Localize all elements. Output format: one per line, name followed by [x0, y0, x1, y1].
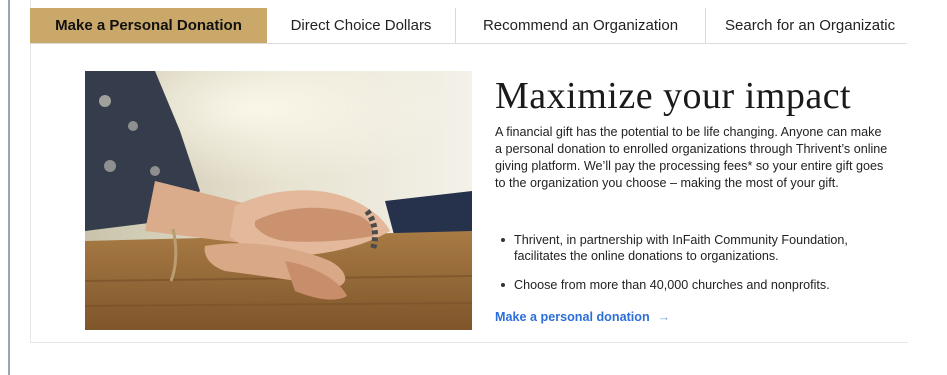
tab-bar: Make a Personal Donation Direct Choice D… — [30, 8, 907, 44]
hands-holding-photo — [85, 71, 472, 330]
make-personal-donation-link[interactable]: Make a personal donation → — [495, 310, 670, 324]
bullet-icon — [501, 238, 505, 242]
page-headline: Maximize your impact — [495, 75, 852, 117]
tab-make-personal-donation[interactable]: Make a Personal Donation — [30, 8, 267, 43]
tab-label: Search for an Organizatic — [725, 17, 896, 34]
tab-label: Make a Personal Donation — [55, 17, 242, 34]
benefit-list: Thrivent, in partnership with InFaith Co… — [495, 232, 895, 306]
frame-border — [8, 0, 10, 375]
tab-recommend-organization[interactable]: Recommend an Organization — [456, 8, 706, 43]
cta-label: Make a personal donation — [495, 310, 650, 324]
arrow-right-icon: → — [657, 310, 671, 324]
bullet-icon — [501, 283, 505, 287]
list-item: Choose from more than 40,000 churches an… — [495, 277, 895, 293]
list-item: Thrivent, in partnership with InFaith Co… — [495, 232, 895, 264]
list-item-text: Choose from more than 40,000 churches an… — [514, 278, 830, 292]
tab-direct-choice-dollars[interactable]: Direct Choice Dollars — [267, 8, 456, 43]
list-item-text: Thrivent, in partnership with InFaith Co… — [514, 233, 848, 263]
description-text: A financial gift has the potential to be… — [495, 125, 888, 190]
tab-label: Direct Choice Dollars — [290, 17, 432, 34]
photo-illustration — [85, 71, 472, 330]
tab-label: Recommend an Organization — [482, 17, 679, 34]
tab-search-organization[interactable]: Search for an Organizatic — [706, 8, 907, 43]
